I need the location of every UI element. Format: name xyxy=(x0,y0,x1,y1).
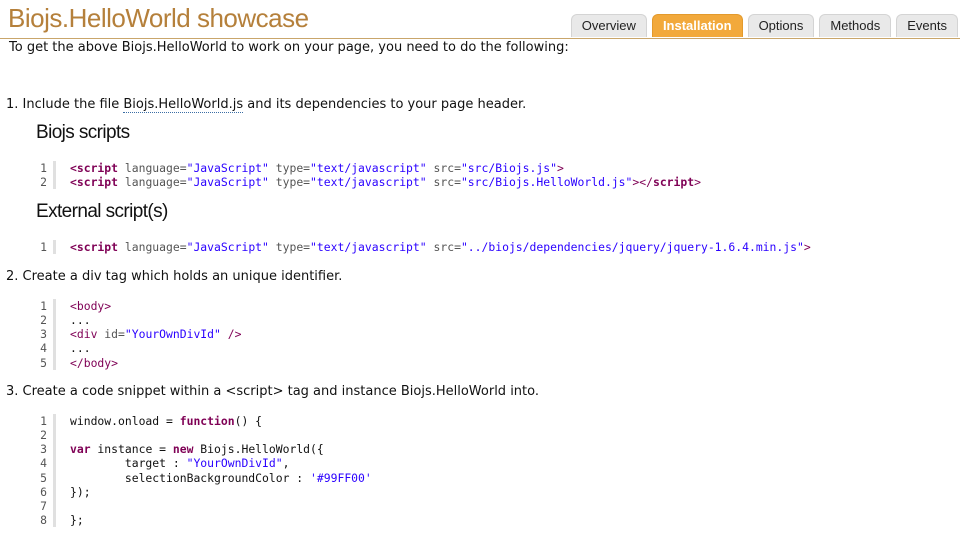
code-line: target : "YourOwnDivId", xyxy=(70,456,290,471)
line-number: 1 xyxy=(34,414,56,429)
code-line: }; xyxy=(70,513,84,528)
line-number: 5 xyxy=(34,355,56,370)
code-line: ... xyxy=(70,341,91,356)
code-line: var instance = new Biojs.HelloWorld({ xyxy=(70,442,324,457)
line-number: 4 xyxy=(34,341,56,356)
tab-overview[interactable]: Overview xyxy=(570,14,647,37)
line-number: 1 xyxy=(34,240,56,255)
line-number: 4 xyxy=(34,456,56,471)
code-line: <script language="JavaScript" type="text… xyxy=(70,175,701,190)
tab-bar: Overview Installation Options Methods Ev… xyxy=(566,14,958,37)
tab-options[interactable]: Options xyxy=(747,14,815,37)
biojs-scripts-heading: Biojs scripts xyxy=(36,122,130,143)
line-number: 7 xyxy=(34,498,56,514)
page-title: Biojs.HelloWorld showcase xyxy=(8,3,309,33)
line-number: 8 xyxy=(34,513,56,528)
code-line: <script language="JavaScript" type="text… xyxy=(70,161,564,175)
tab-events[interactable]: Events xyxy=(896,14,958,37)
code-line: </body> xyxy=(70,355,119,370)
step-1-suffix: and its dependencies to your page header… xyxy=(243,97,527,112)
line-number: 6 xyxy=(34,484,56,499)
code-line: <div id="YourOwnDivId" /> xyxy=(70,327,242,342)
step-1-prefix: 1. Include the file xyxy=(6,97,124,112)
page-header: Biojs.HelloWorld showcase Overview Insta… xyxy=(0,0,960,39)
line-number: 1 xyxy=(34,161,56,176)
line-number: 2 xyxy=(34,175,56,190)
code-line: ... xyxy=(70,313,91,328)
tab-installation[interactable]: Installation xyxy=(651,14,743,37)
step-1-text: 1. Include the file Biojs.HelloWorld.js … xyxy=(6,97,527,113)
intro-text: To get the above Biojs.HelloWorld to wor… xyxy=(9,40,569,55)
code-line: selectionBackgroundColor : '#99FF00' xyxy=(70,470,372,485)
step-3-text: 3. Create a code snippet within a <scrip… xyxy=(6,384,539,399)
line-number: 1 xyxy=(34,299,56,314)
external-scripts-heading: External script(s) xyxy=(36,201,168,222)
code-line: }); xyxy=(70,484,91,499)
code-line: window.onload = function() { xyxy=(70,414,263,428)
step-2-text: 2. Create a div tag which holds an uniqu… xyxy=(6,269,343,284)
line-number: 2 xyxy=(34,313,56,328)
tab-methods[interactable]: Methods xyxy=(819,14,892,37)
line-number: 2 xyxy=(34,428,56,443)
line-number: 5 xyxy=(34,470,56,485)
biojs-helloworld-file-link[interactable]: Biojs.HelloWorld.js xyxy=(123,97,244,113)
line-number: 3 xyxy=(34,327,56,342)
line-number: 3 xyxy=(34,442,56,457)
code-line: <script language="JavaScript" type="text… xyxy=(70,240,811,254)
code-line: <body> xyxy=(70,299,112,313)
